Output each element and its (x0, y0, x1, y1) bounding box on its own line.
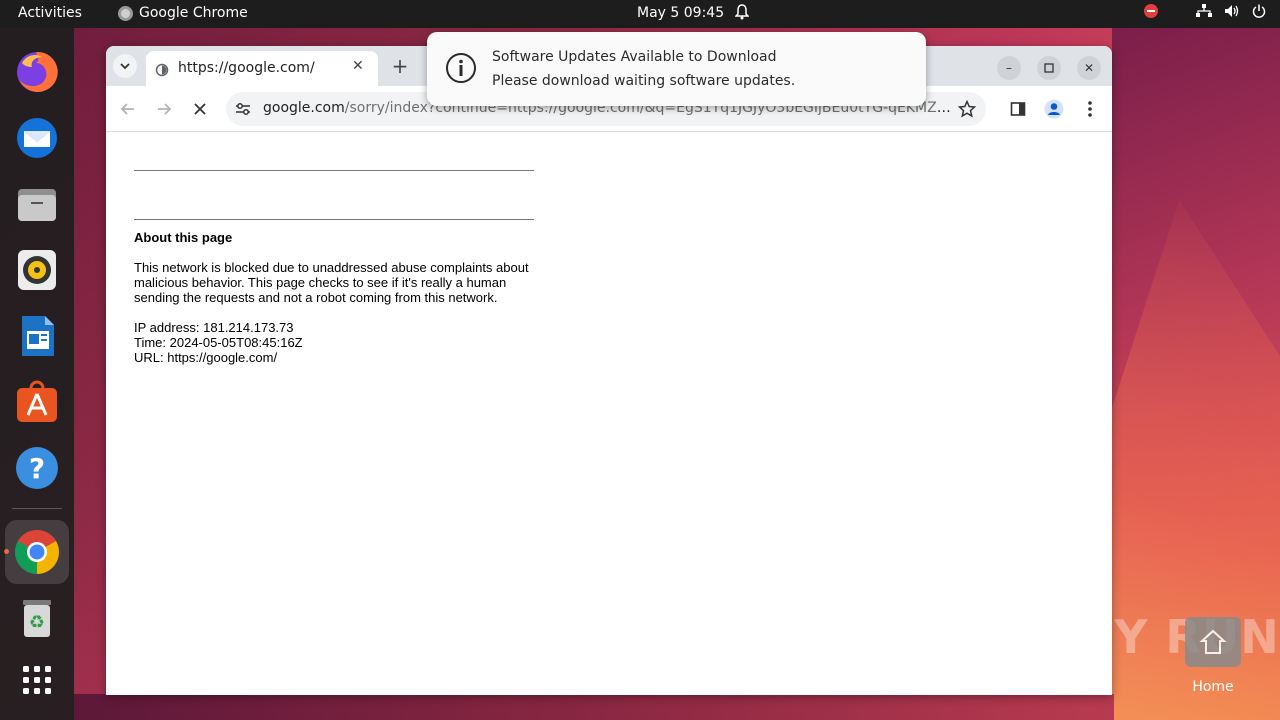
home-folder-label: Home (1192, 679, 1234, 695)
do-not-disturb-icon (1144, 4, 1158, 18)
forward-button[interactable] (152, 97, 176, 121)
info-icon (445, 52, 477, 88)
tab-google[interactable]: https://google.com/ ✕ (146, 51, 378, 86)
trash-icon[interactable]: ♻ (11, 592, 63, 644)
files-icon[interactable] (11, 178, 63, 230)
timestamp: Time: 2024-05-05T08:45:16Z (134, 335, 303, 350)
chrome-icon (118, 5, 133, 21)
minimize-button[interactable]: – (997, 56, 1021, 80)
site-info-icon[interactable] (235, 101, 251, 121)
side-panel-button[interactable] (1006, 97, 1030, 121)
chevron-down-icon (120, 63, 130, 70)
new-tab-button[interactable]: + (388, 54, 412, 78)
firefox-icon[interactable] (11, 46, 63, 98)
ip-address: IP address: 181.214.173.73 (134, 320, 294, 335)
more-vert-icon (1088, 101, 1092, 117)
chrome-menu-button[interactable] (1078, 97, 1102, 121)
home-folder-icon (1185, 617, 1241, 667)
globe-icon (155, 63, 169, 81)
back-button[interactable] (116, 97, 140, 121)
stop-loading-button[interactable] (188, 97, 212, 121)
dock-separator (12, 508, 62, 509)
close-icon (194, 103, 206, 115)
close-window-button[interactable]: ✕ (1077, 56, 1101, 80)
notification-title: Software Updates Available to Download (492, 49, 777, 65)
activities-button[interactable]: Activities (18, 5, 82, 21)
thunderbird-icon[interactable] (11, 112, 63, 164)
app-grid-icon[interactable] (11, 654, 63, 706)
page-content: About this page This network is blocked … (106, 133, 1112, 695)
block-explanation: This network is blocked due to unaddress… (134, 260, 529, 305)
tab-search-button[interactable] (113, 54, 137, 78)
notification-body: Please download waiting software updates… (492, 73, 796, 89)
network-icon (1196, 4, 1212, 17)
arrow-right-icon (158, 103, 172, 115)
chrome-icon[interactable] (5, 520, 69, 584)
writer-icon[interactable] (11, 310, 63, 362)
url-host: google.com (263, 100, 345, 116)
top-bar: Activities Google Chrome May 5 09:45 (0, 0, 1280, 28)
avatar-icon (1044, 99, 1064, 119)
rhythmbox-icon[interactable] (11, 244, 63, 296)
system-tray[interactable] (1144, 4, 1266, 18)
close-tab-icon[interactable]: ✕ (352, 58, 364, 74)
svg-text:?: ? (29, 452, 45, 485)
notification-bell-icon[interactable] (734, 4, 750, 24)
power-icon (1252, 4, 1266, 18)
profile-button[interactable] (1042, 97, 1066, 121)
request-url: URL: https://google.com/ (134, 350, 278, 365)
svg-text:♻: ♻ (29, 612, 45, 633)
page-heading: About this page (134, 230, 233, 245)
divider (134, 170, 534, 171)
tab-title: https://google.com/ (178, 60, 315, 76)
app-name: Google Chrome (139, 5, 248, 21)
request-info: IP address: 181.214.173.73 Time: 2024-05… (134, 320, 303, 365)
app-center-icon[interactable] (11, 376, 63, 428)
app-menu[interactable]: Google Chrome (118, 5, 248, 21)
clock[interactable]: May 5 09:45 (637, 5, 724, 21)
volume-icon (1225, 5, 1239, 17)
maximize-button[interactable] (1037, 56, 1061, 80)
bookmark-star-icon[interactable] (957, 99, 977, 122)
side-panel-icon (1010, 102, 1026, 116)
notification-banner[interactable]: Software Updates Available to Download P… (427, 32, 926, 106)
arrow-left-icon (120, 103, 134, 115)
wallpaper-shard (74, 694, 1114, 720)
home-folder[interactable]: Home (1185, 617, 1241, 695)
help-icon[interactable]: ? (11, 442, 63, 494)
dock: ? ♻ (0, 28, 74, 720)
chrome-window: https://google.com/ ✕ + – ✕ google.com/s… (106, 46, 1112, 695)
divider (134, 219, 534, 220)
